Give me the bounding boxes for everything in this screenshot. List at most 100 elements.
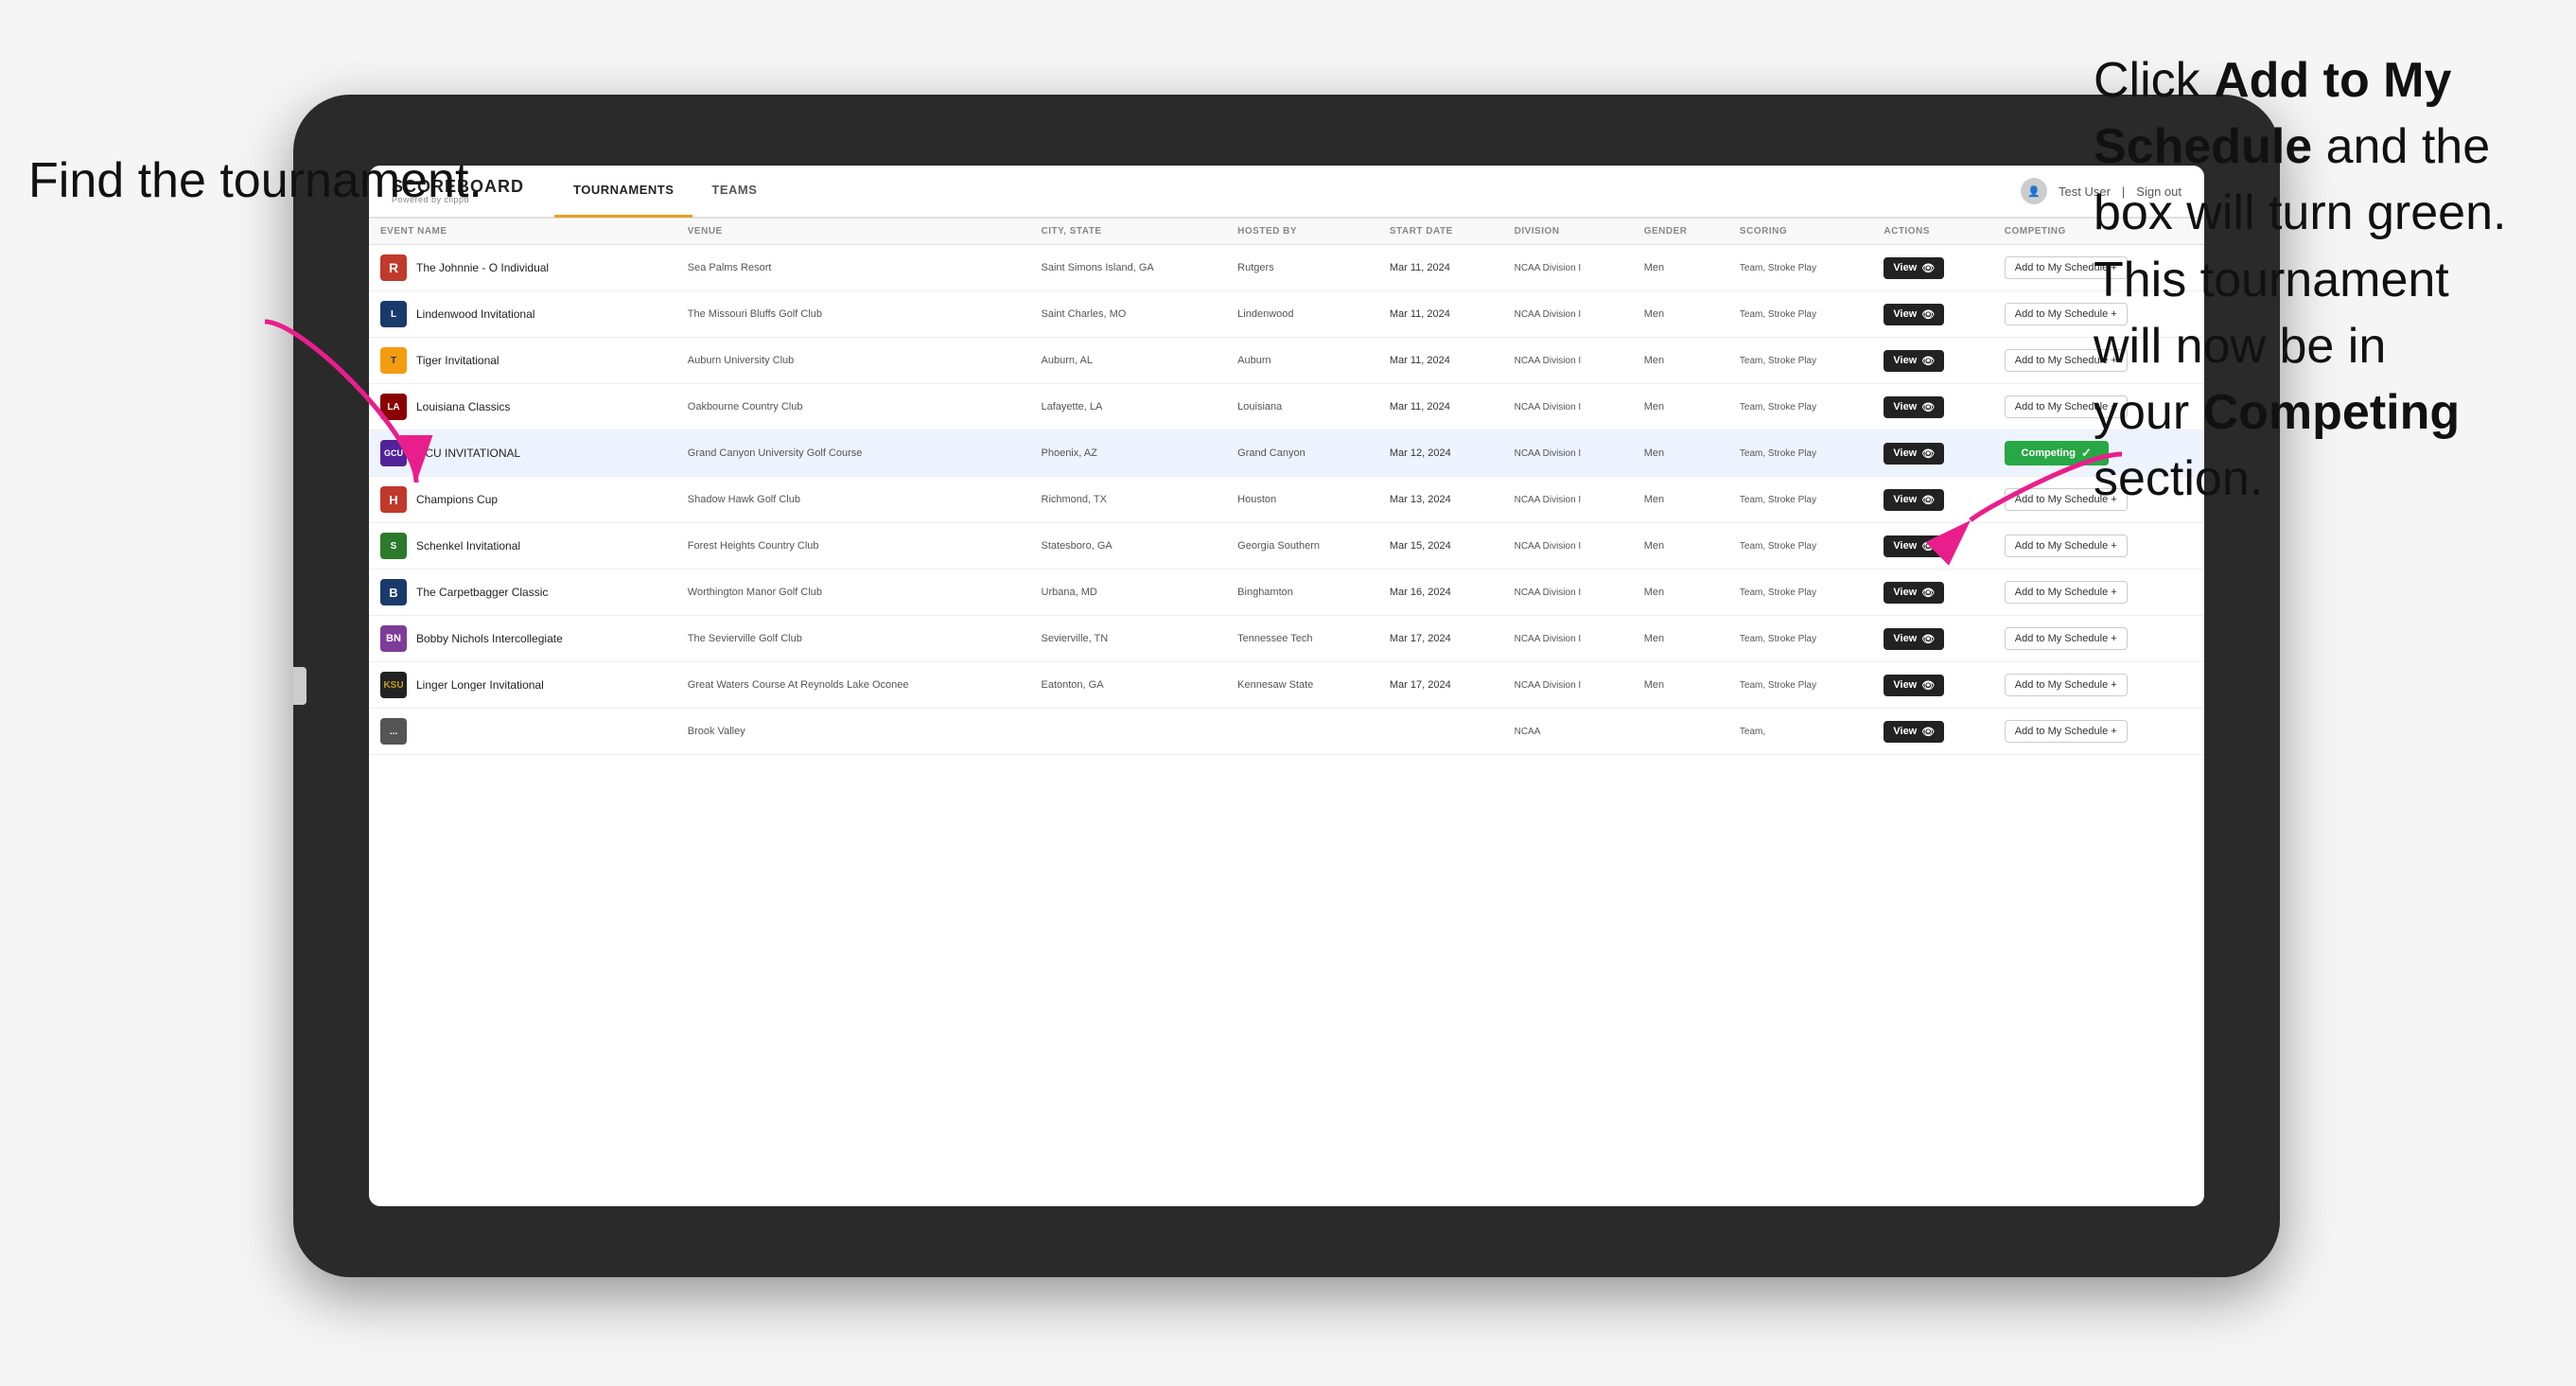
cell-scoring: Team, Stroke Play: [1728, 245, 1872, 291]
cell-venue: Worthington Manor Golf Club: [676, 570, 1030, 616]
col-hosted-by: HOSTED BY: [1226, 219, 1378, 245]
cell-city: Urbana, MD: [1030, 570, 1227, 616]
eye-icon: 👁: [1921, 262, 1935, 274]
table-row: BN Bobby Nichols Intercollegiate The Sev…: [369, 616, 2204, 662]
col-city-state: CITY, STATE: [1030, 219, 1227, 245]
cell-division: NCAA Division I: [1503, 662, 1633, 709]
table-row: KSU Linger Longer Invitational Great Wat…: [369, 662, 2204, 709]
cell-gender: Men: [1633, 477, 1728, 523]
cell-venue: The Missouri Bluffs Golf Club: [676, 291, 1030, 338]
cell-gender: [1633, 709, 1728, 755]
cell-city: Auburn, AL: [1030, 338, 1227, 384]
cell-date: Mar 11, 2024: [1378, 384, 1503, 430]
cell-scoring: Team, Stroke Play: [1728, 430, 1872, 477]
cell-venue: The Sevierville Golf Club: [676, 616, 1030, 662]
cell-event-name: R The Johnnie - O Individual: [369, 245, 676, 291]
view-button[interactable]: View 👁: [1884, 396, 1944, 418]
cell-hosted: Auburn: [1226, 338, 1378, 384]
view-button[interactable]: View 👁: [1884, 675, 1944, 696]
table-row: S Schenkel Invitational Forest Heights C…: [369, 523, 2204, 570]
cell-scoring: Team,: [1728, 709, 1872, 755]
view-button[interactable]: View 👁: [1884, 535, 1944, 557]
event-name: Bobby Nichols Intercollegiate: [416, 632, 563, 645]
cell-date: Mar 15, 2024: [1378, 523, 1503, 570]
event-name: The Johnnie - O Individual: [416, 261, 549, 274]
cell-date: Mar 11, 2024: [1378, 338, 1503, 384]
eye-icon: 👁: [1921, 494, 1935, 506]
tab-tournaments[interactable]: TOURNAMENTS: [554, 166, 692, 218]
col-event-name: EVENT NAME: [369, 219, 676, 245]
eye-icon: 👁: [1921, 587, 1935, 599]
table-row: H Champions Cup Shadow Hawk Golf Club Ri…: [369, 477, 2204, 523]
tab-teams[interactable]: TEAMS: [692, 166, 776, 218]
view-button[interactable]: View 👁: [1884, 721, 1944, 743]
eye-icon: 👁: [1921, 308, 1935, 321]
eye-icon: 👁: [1921, 355, 1935, 367]
eye-icon: 👁: [1921, 540, 1935, 553]
cell-venue: Great Waters Course At Reynolds Lake Oco…: [676, 662, 1030, 709]
annotation-left: Find the tournament.: [28, 151, 482, 210]
add-to-schedule-button[interactable]: Add to My Schedule +: [2005, 720, 2128, 743]
cell-event-name: B The Carpetbagger Classic: [369, 570, 676, 616]
annotation-right: Click Add to MySchedule and thebox will …: [2094, 47, 2548, 512]
cell-venue: Forest Heights Country Club: [676, 523, 1030, 570]
team-logo: R: [380, 254, 407, 281]
cell-date: Mar 13, 2024: [1378, 477, 1503, 523]
view-button[interactable]: View 👁: [1884, 257, 1944, 279]
view-button[interactable]: View 👁: [1884, 489, 1944, 511]
cell-hosted: Grand Canyon: [1226, 430, 1378, 477]
user-avatar: 👤: [2021, 178, 2047, 204]
eye-icon: 👁: [1921, 726, 1935, 738]
col-gender: GENDER: [1633, 219, 1728, 245]
cell-venue: Shadow Hawk Golf Club: [676, 477, 1030, 523]
cell-event-name: ...: [369, 709, 676, 755]
cell-actions: View 👁: [1872, 245, 1992, 291]
cell-date: Mar 11, 2024: [1378, 291, 1503, 338]
event-name: The Carpetbagger Classic: [416, 586, 548, 599]
cell-gender: Men: [1633, 384, 1728, 430]
cell-venue: Grand Canyon University Golf Course: [676, 430, 1030, 477]
add-to-schedule-button[interactable]: Add to My Schedule +: [2005, 674, 2128, 696]
col-scoring: SCORING: [1728, 219, 1872, 245]
cell-competing: Add to My Schedule +: [1993, 662, 2204, 709]
event-name: Linger Longer Invitational: [416, 678, 544, 692]
cell-city: [1030, 709, 1227, 755]
cell-division: NCAA: [1503, 709, 1633, 755]
add-to-schedule-button[interactable]: Add to My Schedule +: [2005, 581, 2128, 604]
cell-division: NCAA Division I: [1503, 384, 1633, 430]
cell-date: Mar 11, 2024: [1378, 245, 1503, 291]
cell-division: NCAA Division I: [1503, 338, 1633, 384]
eye-icon: 👁: [1921, 401, 1935, 413]
cell-actions: View 👁: [1872, 662, 1992, 709]
cell-event-name: BN Bobby Nichols Intercollegiate: [369, 616, 676, 662]
cell-gender: Men: [1633, 523, 1728, 570]
view-button[interactable]: View 👁: [1884, 582, 1944, 604]
cell-city: Richmond, TX: [1030, 477, 1227, 523]
cell-city: Lafayette, LA: [1030, 384, 1227, 430]
cell-hosted: Georgia Southern: [1226, 523, 1378, 570]
col-start-date: START DATE: [1378, 219, 1503, 245]
cell-gender: Men: [1633, 338, 1728, 384]
tablet-screen: SCOREBOARD Powered by clippd TOURNAMENTS…: [369, 166, 2204, 1206]
view-button[interactable]: View 👁: [1884, 628, 1944, 650]
cell-gender: Men: [1633, 291, 1728, 338]
table-body: R The Johnnie - O Individual Sea Palms R…: [369, 245, 2204, 755]
view-button[interactable]: View 👁: [1884, 350, 1944, 372]
table-container: EVENT NAME VENUE CITY, STATE HOSTED BY S…: [369, 219, 2204, 1206]
add-to-schedule-button[interactable]: Add to My Schedule +: [2005, 627, 2128, 650]
tournaments-table: EVENT NAME VENUE CITY, STATE HOSTED BY S…: [369, 219, 2204, 755]
cell-hosted: Rutgers: [1226, 245, 1378, 291]
cell-scoring: Team, Stroke Play: [1728, 523, 1872, 570]
eye-icon: 👁: [1921, 679, 1935, 692]
cell-hosted: [1226, 709, 1378, 755]
view-button[interactable]: View 👁: [1884, 443, 1944, 465]
team-logo: B: [380, 579, 407, 605]
view-button[interactable]: View 👁: [1884, 304, 1944, 325]
event-name: Schenkel Invitational: [416, 539, 520, 553]
cell-event-name: S Schenkel Invitational: [369, 523, 676, 570]
cell-scoring: Team, Stroke Play: [1728, 291, 1872, 338]
cell-gender: Men: [1633, 616, 1728, 662]
cell-hosted: Tennessee Tech: [1226, 616, 1378, 662]
cell-venue: Brook Valley: [676, 709, 1030, 755]
table-row: ... Brook Valley NCAA Team, View 👁 Add t…: [369, 709, 2204, 755]
